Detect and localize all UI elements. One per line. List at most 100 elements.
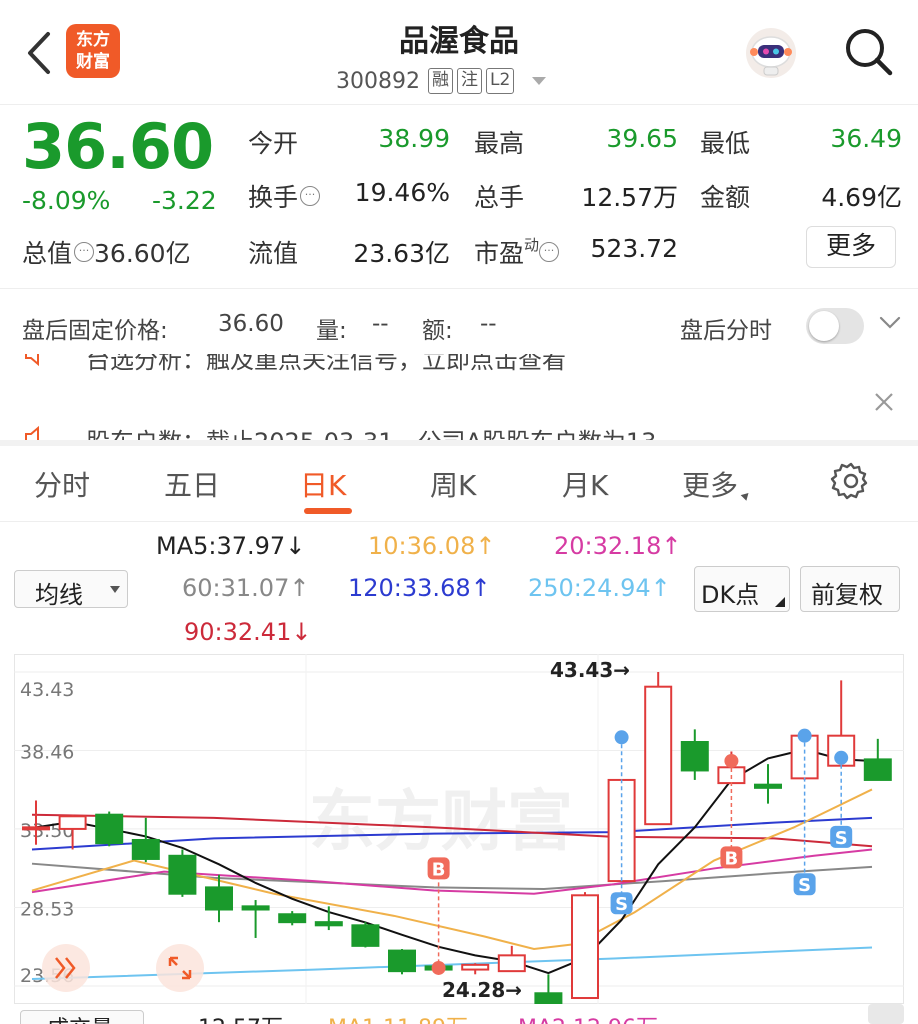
price-adjust-button[interactable]: 前复权	[800, 566, 900, 612]
news-text: 股东户数：截止2025-03-31，公司A股股东户数为13	[86, 428, 657, 442]
signal-dot	[431, 960, 446, 975]
mktcap-value: 36.60亿	[94, 239, 191, 268]
candle-down	[314, 921, 343, 927]
chart-period-tabs: 分时 五日 日K 周K 月K 更多	[0, 446, 918, 522]
candle-down	[388, 949, 416, 973]
candlestick-chart[interactable]: 43.4338.4633.5028.5323.56东方财富BSBSS43.43→…	[14, 654, 904, 1004]
tab-timeshare[interactable]: 分时	[34, 464, 90, 504]
after-hours-toggle[interactable]	[806, 308, 864, 344]
amount-value: 4.69亿	[821, 183, 902, 212]
info-icon: ···	[300, 186, 321, 206]
price-adjust-label: 前复权	[811, 581, 883, 609]
tab-more[interactable]: 更多	[682, 464, 752, 504]
tag-level2: L2	[485, 68, 515, 94]
active-tab-indicator	[304, 508, 352, 514]
top-header: 东方 财富 品渥食品 300892 融 注 L2	[0, 0, 918, 104]
corner-triangle-icon	[740, 490, 752, 501]
signal-badge-label: S	[615, 894, 628, 915]
tab-daily-k[interactable]: 日K	[300, 464, 346, 504]
ai-robot-icon[interactable]	[744, 26, 798, 80]
high-label: 最高	[474, 129, 525, 158]
close-icon[interactable]	[870, 388, 898, 416]
search-icon[interactable]	[840, 24, 896, 80]
candle-up	[461, 963, 490, 971]
open-label: 今开	[248, 129, 299, 158]
ma250-label: 250:24.94↑	[528, 574, 671, 602]
tag-registered: 注	[456, 68, 482, 94]
candle-down	[534, 992, 563, 1004]
candle-down	[95, 813, 124, 845]
dk-point-label: DK点	[701, 581, 760, 609]
dropdown-triangle-icon	[110, 586, 120, 593]
float-label: 流值	[248, 239, 299, 268]
float-value: 23.63亿	[353, 239, 450, 268]
ma-selector[interactable]: 均线	[14, 570, 128, 609]
candle-down	[351, 924, 380, 947]
signal-badge-label: S	[835, 828, 848, 849]
candle-up	[58, 815, 87, 830]
more-quote-button[interactable]: 更多	[806, 226, 896, 268]
volume-indicator-bar: 成交量 12.57万 MA1 11.89万 MA2 12.96万	[0, 1004, 918, 1024]
signal-dot	[834, 750, 849, 765]
stock-code: 300892	[336, 68, 420, 94]
candle-down	[680, 741, 709, 772]
stock-dropdown-icon[interactable]	[532, 77, 547, 85]
high-annotation: 43.43→	[550, 658, 630, 682]
open-value: 38.99	[378, 124, 450, 153]
signal-dot	[614, 730, 629, 745]
news-item[interactable]: 股东户数：截止2025-03-31，公司A股股东户数为13	[0, 416, 918, 442]
volume-label: 总手	[474, 183, 525, 212]
news-ticker[interactable]: 台选分析：触及重点关注信号，立即点击查看 股东户数：截止2025-03-31，公…	[0, 354, 918, 442]
volume-ma2: MA2 12.96万	[518, 1010, 658, 1024]
volume-selector[interactable]: 成交量	[20, 1010, 145, 1024]
tab-monthly-k[interactable]: 月K	[562, 464, 608, 504]
ma60-label: 60:31.07↑	[182, 574, 310, 602]
candle-up	[497, 954, 526, 973]
tab-weekly-k[interactable]: 周K	[430, 464, 476, 504]
y-tick-label: 43.43	[20, 679, 74, 701]
volume-ma1: MA1 11.89万	[328, 1010, 468, 1024]
candle-down	[168, 854, 197, 895]
amount-label: 金额	[700, 183, 751, 212]
fullscreen-button	[156, 944, 204, 992]
volume-value: 12.57万	[198, 1010, 283, 1024]
candle-down	[241, 905, 270, 911]
header-divider	[0, 104, 918, 105]
candle-down	[131, 838, 160, 860]
low-value: 36.49	[830, 124, 902, 153]
candle-up	[571, 894, 599, 1000]
corner-triangle-icon	[775, 597, 785, 607]
ma60-line	[31, 862, 873, 890]
ma90-label: 90:32.41↓	[184, 618, 312, 646]
y-tick-label: 28.53	[20, 898, 74, 920]
ma-selector-label: 均线	[35, 581, 83, 609]
y-tick-label: 38.46	[20, 742, 74, 764]
dk-point-button[interactable]: DK点	[694, 566, 790, 612]
pe-label[interactable]: 市盈动 ···	[474, 234, 560, 270]
watermark-text: 东方财富	[309, 783, 573, 860]
candle-up	[644, 685, 673, 826]
after-hours-vol-label: 量:	[316, 318, 347, 344]
stock-subline[interactable]: 300892 融 注 L2	[336, 66, 547, 96]
tab-five-day[interactable]: 五日	[164, 464, 220, 504]
candle-down	[863, 758, 892, 781]
after-hours-price: 36.60	[218, 311, 284, 337]
chevron-down-icon[interactable]	[878, 311, 902, 335]
signal-dot	[724, 753, 739, 768]
turnover-label[interactable]: 换手 ···	[248, 178, 321, 214]
collapse-button[interactable]	[868, 1004, 904, 1024]
volume-value: 12.57万	[581, 183, 678, 212]
after-hours-amt-label: 额:	[422, 318, 453, 344]
after-hours-label: 盘后固定价格:	[22, 318, 168, 344]
change-percent: -8.09%	[22, 186, 111, 215]
news-item[interactable]: 台选分析：触及重点关注信号，立即点击查看	[0, 354, 918, 376]
mktcap-label[interactable]: 总值 ··· 36.60亿	[22, 234, 191, 270]
ma10-label: 10:36.08↑	[368, 532, 496, 560]
ma5-label: MA5:37.97↓	[156, 532, 306, 560]
gear-icon[interactable]	[830, 460, 872, 502]
ma20-label: 20:32.18↑	[554, 532, 682, 560]
scroll-left-button	[42, 944, 90, 992]
signal-dot	[797, 728, 812, 743]
pe-value: 523.72	[590, 234, 678, 263]
candle-down	[278, 913, 307, 924]
